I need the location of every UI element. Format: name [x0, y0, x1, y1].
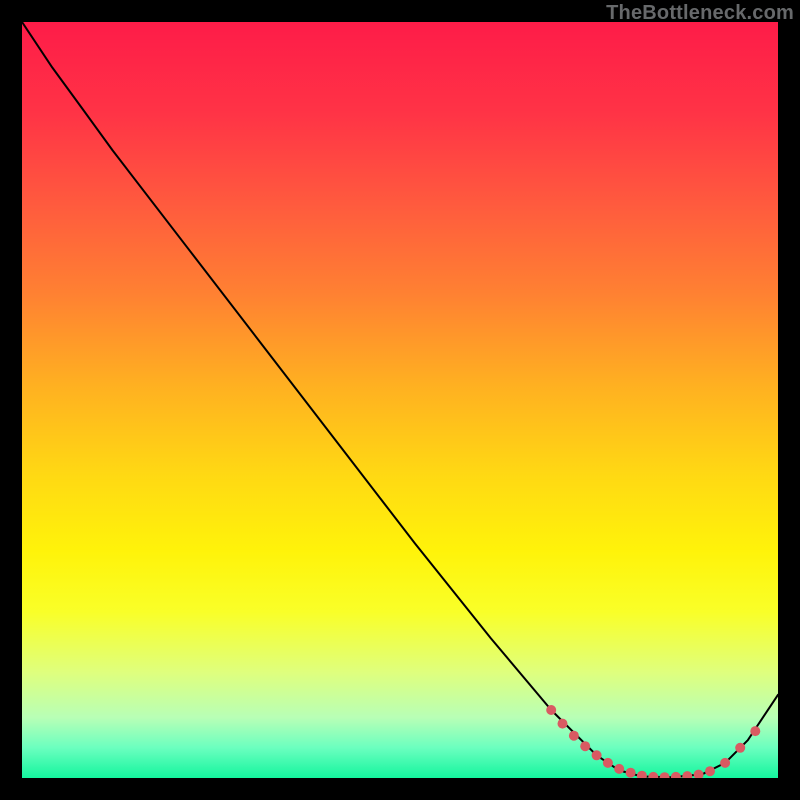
- marker-dot: [735, 743, 745, 753]
- marker-dot: [558, 719, 568, 729]
- bottleneck-chart: [22, 22, 778, 778]
- marker-dot: [626, 768, 636, 778]
- marker-dot: [580, 741, 590, 751]
- marker-dot: [603, 758, 613, 768]
- gradient-background: [22, 22, 778, 778]
- chart-stage: TheBottleneck.com: [0, 0, 800, 800]
- marker-dot: [546, 705, 556, 715]
- marker-dot: [592, 750, 602, 760]
- marker-dot: [569, 731, 579, 741]
- marker-dot: [705, 766, 715, 776]
- marker-dot: [720, 758, 730, 768]
- marker-dot: [750, 726, 760, 736]
- marker-dot: [614, 764, 624, 774]
